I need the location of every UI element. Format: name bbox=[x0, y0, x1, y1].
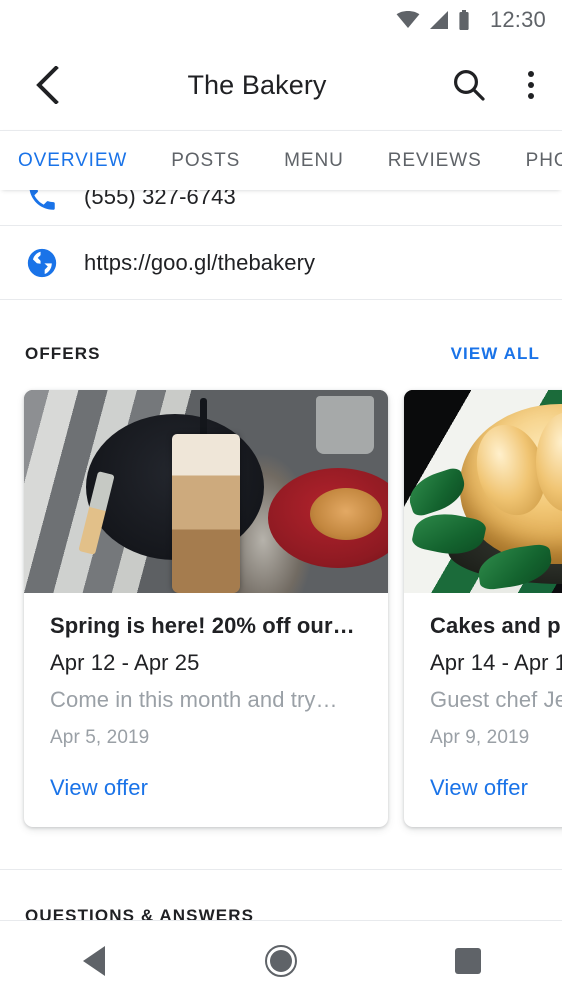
nav-home-button[interactable] bbox=[226, 921, 336, 1000]
app-screen: 12:30 The Bakery OVERVIEW POSTS MENU REV… bbox=[0, 0, 562, 1000]
wifi-icon bbox=[396, 11, 420, 28]
offer-description: Come in this month and try… bbox=[50, 687, 338, 712]
phone-number: (555) 327-6743 bbox=[84, 190, 236, 209]
offer-image-iced-coffee bbox=[24, 390, 388, 593]
offer-title: Spring is here! 20% off our… bbox=[50, 613, 355, 638]
nav-home-circle-icon bbox=[264, 944, 297, 977]
offers-section-header: OFFERS VIEW ALL bbox=[0, 300, 562, 364]
battery-icon bbox=[459, 10, 469, 30]
offer-dates: Apr 12 - Apr 25 bbox=[50, 650, 200, 675]
status-bar-clock: 12:30 bbox=[489, 7, 546, 32]
back-button[interactable] bbox=[12, 50, 82, 120]
globe-icon bbox=[27, 248, 57, 277]
offer-card[interactable]: Cakes and pie Apr 14 - Apr 1 Guest chef … bbox=[404, 390, 562, 827]
offer-card-body: Spring is here! 20% off our… Apr 12 - Ap… bbox=[24, 593, 388, 827]
nav-recents-button[interactable] bbox=[413, 921, 523, 1000]
app-bar: The Bakery bbox=[0, 40, 562, 130]
offer-image-bundt-cake bbox=[404, 390, 562, 593]
offer-card-body: Cakes and pie Apr 14 - Apr 1 Guest chef … bbox=[404, 593, 562, 827]
nav-back-button[interactable] bbox=[39, 921, 149, 1000]
tab-menu[interactable]: MENU bbox=[282, 131, 346, 191]
website-url: https://goo.gl/thebakery bbox=[84, 249, 316, 275]
phone-icon bbox=[29, 190, 55, 210]
back-chevron-icon bbox=[36, 66, 59, 104]
status-bar: 12:30 bbox=[0, 0, 562, 40]
overflow-menu-button[interactable] bbox=[500, 50, 562, 120]
system-navigation-bar bbox=[0, 920, 562, 1000]
phone-icon-wrap bbox=[0, 190, 84, 214]
questions-answers-title: QUESTIONS & ANSWERS bbox=[25, 906, 255, 920]
offer-title: Cakes and pie bbox=[430, 613, 562, 638]
search-button[interactable] bbox=[438, 50, 500, 120]
nav-back-triangle-icon bbox=[82, 945, 105, 976]
offer-description: Guest chef Jes bbox=[430, 687, 562, 712]
view-offer-link[interactable]: View offer bbox=[430, 775, 562, 801]
search-icon bbox=[454, 70, 485, 101]
nav-recents-square-icon bbox=[455, 947, 482, 974]
cell-signal-icon bbox=[429, 11, 448, 29]
offer-card[interactable]: Spring is here! 20% off our… Apr 12 - Ap… bbox=[24, 390, 388, 827]
offers-view-all-link[interactable]: VIEW ALL bbox=[451, 344, 540, 364]
page-title: The Bakery bbox=[187, 69, 327, 100]
globe-icon-wrap bbox=[0, 246, 84, 280]
phone-row[interactable]: (555) 327-6743 bbox=[0, 190, 562, 226]
offer-dates: Apr 14 - Apr 1 bbox=[430, 650, 562, 675]
offers-card-carousel[interactable]: Spring is here! 20% off our… Apr 12 - Ap… bbox=[0, 364, 562, 827]
offers-title: OFFERS bbox=[25, 344, 101, 363]
website-row[interactable]: https://goo.gl/thebakery bbox=[0, 226, 562, 300]
tab-bar: OVERVIEW POSTS MENU REVIEWS PHO bbox=[0, 130, 562, 190]
status-bar-icons: 12:30 bbox=[396, 9, 546, 31]
tab-photos[interactable]: PHO bbox=[524, 131, 562, 191]
scroll-content[interactable]: (555) 327-6743 https://goo.gl/thebakery … bbox=[0, 190, 562, 920]
view-offer-link[interactable]: View offer bbox=[50, 775, 362, 801]
offer-posted-date: Apr 9, 2019 bbox=[430, 727, 530, 748]
tab-overview[interactable]: OVERVIEW bbox=[16, 131, 129, 191]
tab-posts[interactable]: POSTS bbox=[169, 131, 242, 191]
tab-reviews[interactable]: REVIEWS bbox=[386, 131, 484, 191]
offer-posted-date: Apr 5, 2019 bbox=[50, 727, 150, 748]
more-vertical-icon bbox=[528, 71, 534, 99]
